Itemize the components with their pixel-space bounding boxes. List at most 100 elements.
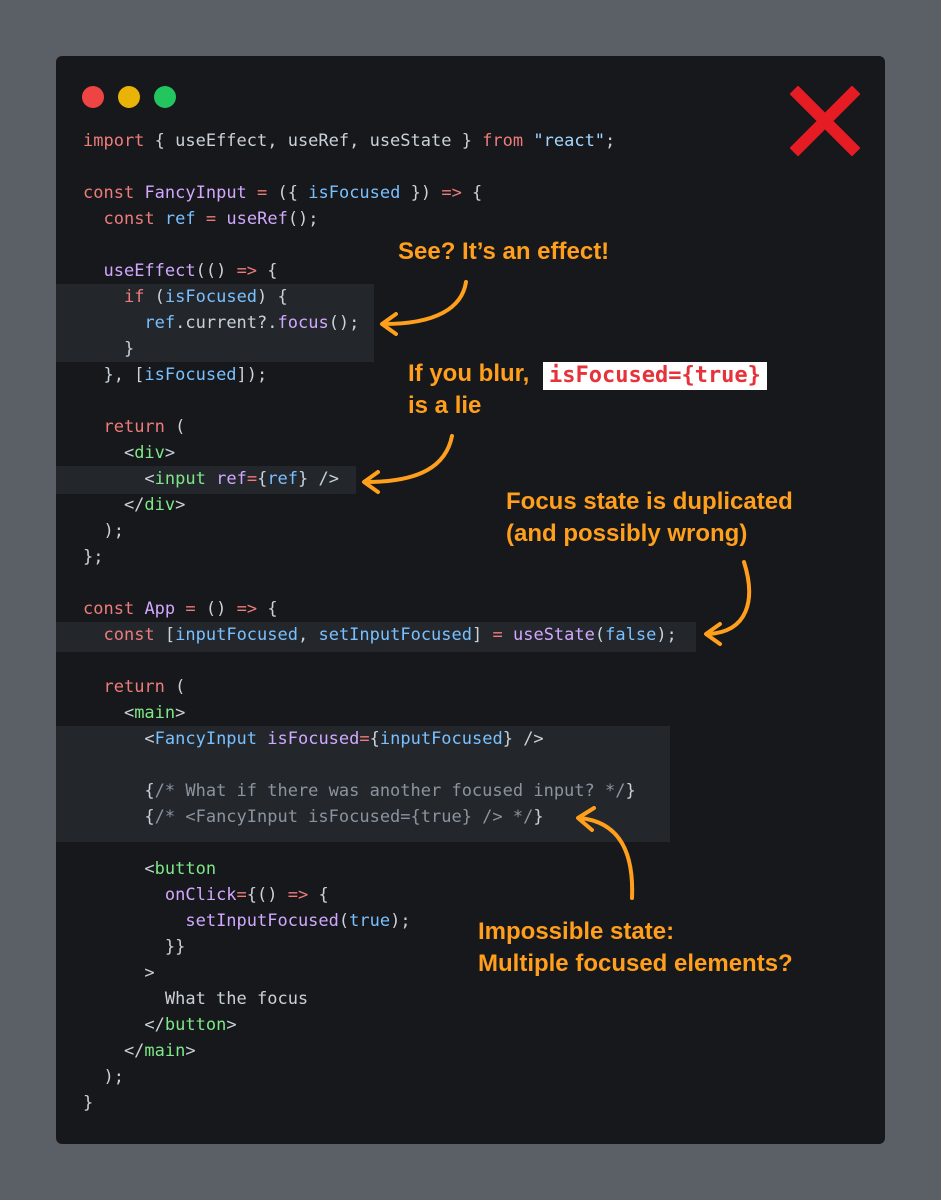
code-token: "react"	[533, 131, 606, 151]
code-line: );	[83, 1064, 677, 1090]
code-token: (	[338, 911, 350, 931]
code-token: <	[83, 703, 135, 723]
window-maximize-dot[interactable]	[154, 86, 176, 108]
code-token: >	[164, 443, 176, 463]
code-token: >	[185, 1041, 196, 1061]
code-token: ]);	[236, 365, 268, 385]
annotation-effect: See? It’s an effect!	[398, 238, 610, 265]
code-token: { useEffect, useRef, useState }	[144, 131, 483, 151]
code-token: );	[83, 521, 124, 541]
annotation-impossible-line2: Multiple focused elements?	[478, 950, 793, 977]
code-token: );	[656, 625, 677, 645]
code-line: }	[83, 1090, 677, 1116]
code-line: const [inputFocused, setInputFocused] = …	[83, 622, 677, 648]
code-token: true	[349, 911, 391, 931]
code-token: {	[257, 261, 278, 281]
code-token: }	[533, 807, 544, 827]
code-token: }	[625, 781, 636, 801]
code-token: ;	[605, 131, 616, 151]
code-token: button	[154, 859, 217, 879]
code-token: };	[83, 547, 104, 567]
code-token: {	[369, 729, 380, 749]
code-token: const	[103, 625, 155, 645]
code-token: div	[134, 443, 165, 463]
code-token: =	[359, 729, 370, 749]
code-token: {	[83, 807, 155, 827]
code-token: isFocused	[144, 365, 237, 385]
code-token: }}	[83, 937, 186, 957]
code-token: })	[400, 183, 442, 203]
code-line: ref.current?.focus();	[83, 310, 677, 336]
annotation-duplicate-line1: Focus state is duplicated	[506, 488, 793, 515]
code-line: <FancyInput isFocused={inputFocused} />	[83, 726, 677, 752]
code-token: {	[257, 599, 278, 619]
code-token: ) {	[257, 287, 288, 307]
code-token: } />	[502, 729, 544, 749]
code-token: inputFocused	[175, 625, 298, 645]
code-token: ref	[164, 209, 196, 229]
code-token: useEffect	[103, 261, 196, 281]
code-token: ,	[297, 625, 319, 645]
code-token: input	[154, 469, 206, 489]
code-token: return	[103, 417, 165, 437]
code-token: >	[83, 963, 155, 983]
code-token: </	[83, 1015, 165, 1035]
red-x-icon	[790, 86, 860, 156]
annotation-blur-line2: is a lie	[408, 392, 482, 419]
code-token: FancyInput	[144, 183, 247, 203]
code-token: <	[83, 859, 155, 879]
annotation-blur-line1: If you blur,	[408, 360, 530, 387]
code-token: ref	[144, 313, 176, 333]
code-token: } />	[298, 469, 339, 489]
code-token: false	[605, 625, 657, 645]
code-line: import { useEffect, useRef, useState } f…	[83, 128, 677, 154]
code-token: =>	[236, 261, 258, 281]
code-line: return (	[83, 414, 677, 440]
code-token: }, [	[83, 365, 145, 385]
code-token: setInputFocused	[185, 911, 339, 931]
code-line: <button	[83, 856, 677, 882]
code-token: button	[164, 1015, 227, 1035]
code-token: ref	[267, 469, 299, 489]
code-token: ();	[328, 313, 360, 333]
code-token: =	[236, 885, 247, 905]
code-line: <main>	[83, 700, 677, 726]
code-token: onClick	[164, 885, 237, 905]
code-token: (	[594, 625, 606, 645]
code-token: =	[492, 625, 503, 645]
code-token: What the focus	[83, 989, 309, 1009]
code-token: =	[246, 469, 258, 489]
code-line: </button>	[83, 1012, 677, 1038]
code-line: <div>	[83, 440, 677, 466]
code-token: <	[83, 443, 135, 463]
code-token: </	[83, 495, 145, 515]
code-token: {	[308, 885, 329, 905]
code-token: inputFocused	[379, 729, 503, 749]
code-token: );	[390, 911, 411, 931]
code-line: What the focus	[83, 986, 677, 1012]
window-minimize-dot[interactable]	[118, 86, 140, 108]
code-token: isFocused	[308, 183, 401, 203]
code-token: );	[83, 1067, 124, 1087]
code-token: ]	[472, 625, 493, 645]
code-token: /* What if there was another focused inp…	[154, 781, 626, 801]
code-token: (	[164, 677, 186, 697]
window-close-dot[interactable]	[82, 86, 104, 108]
code-token: .current?.	[175, 313, 278, 333]
